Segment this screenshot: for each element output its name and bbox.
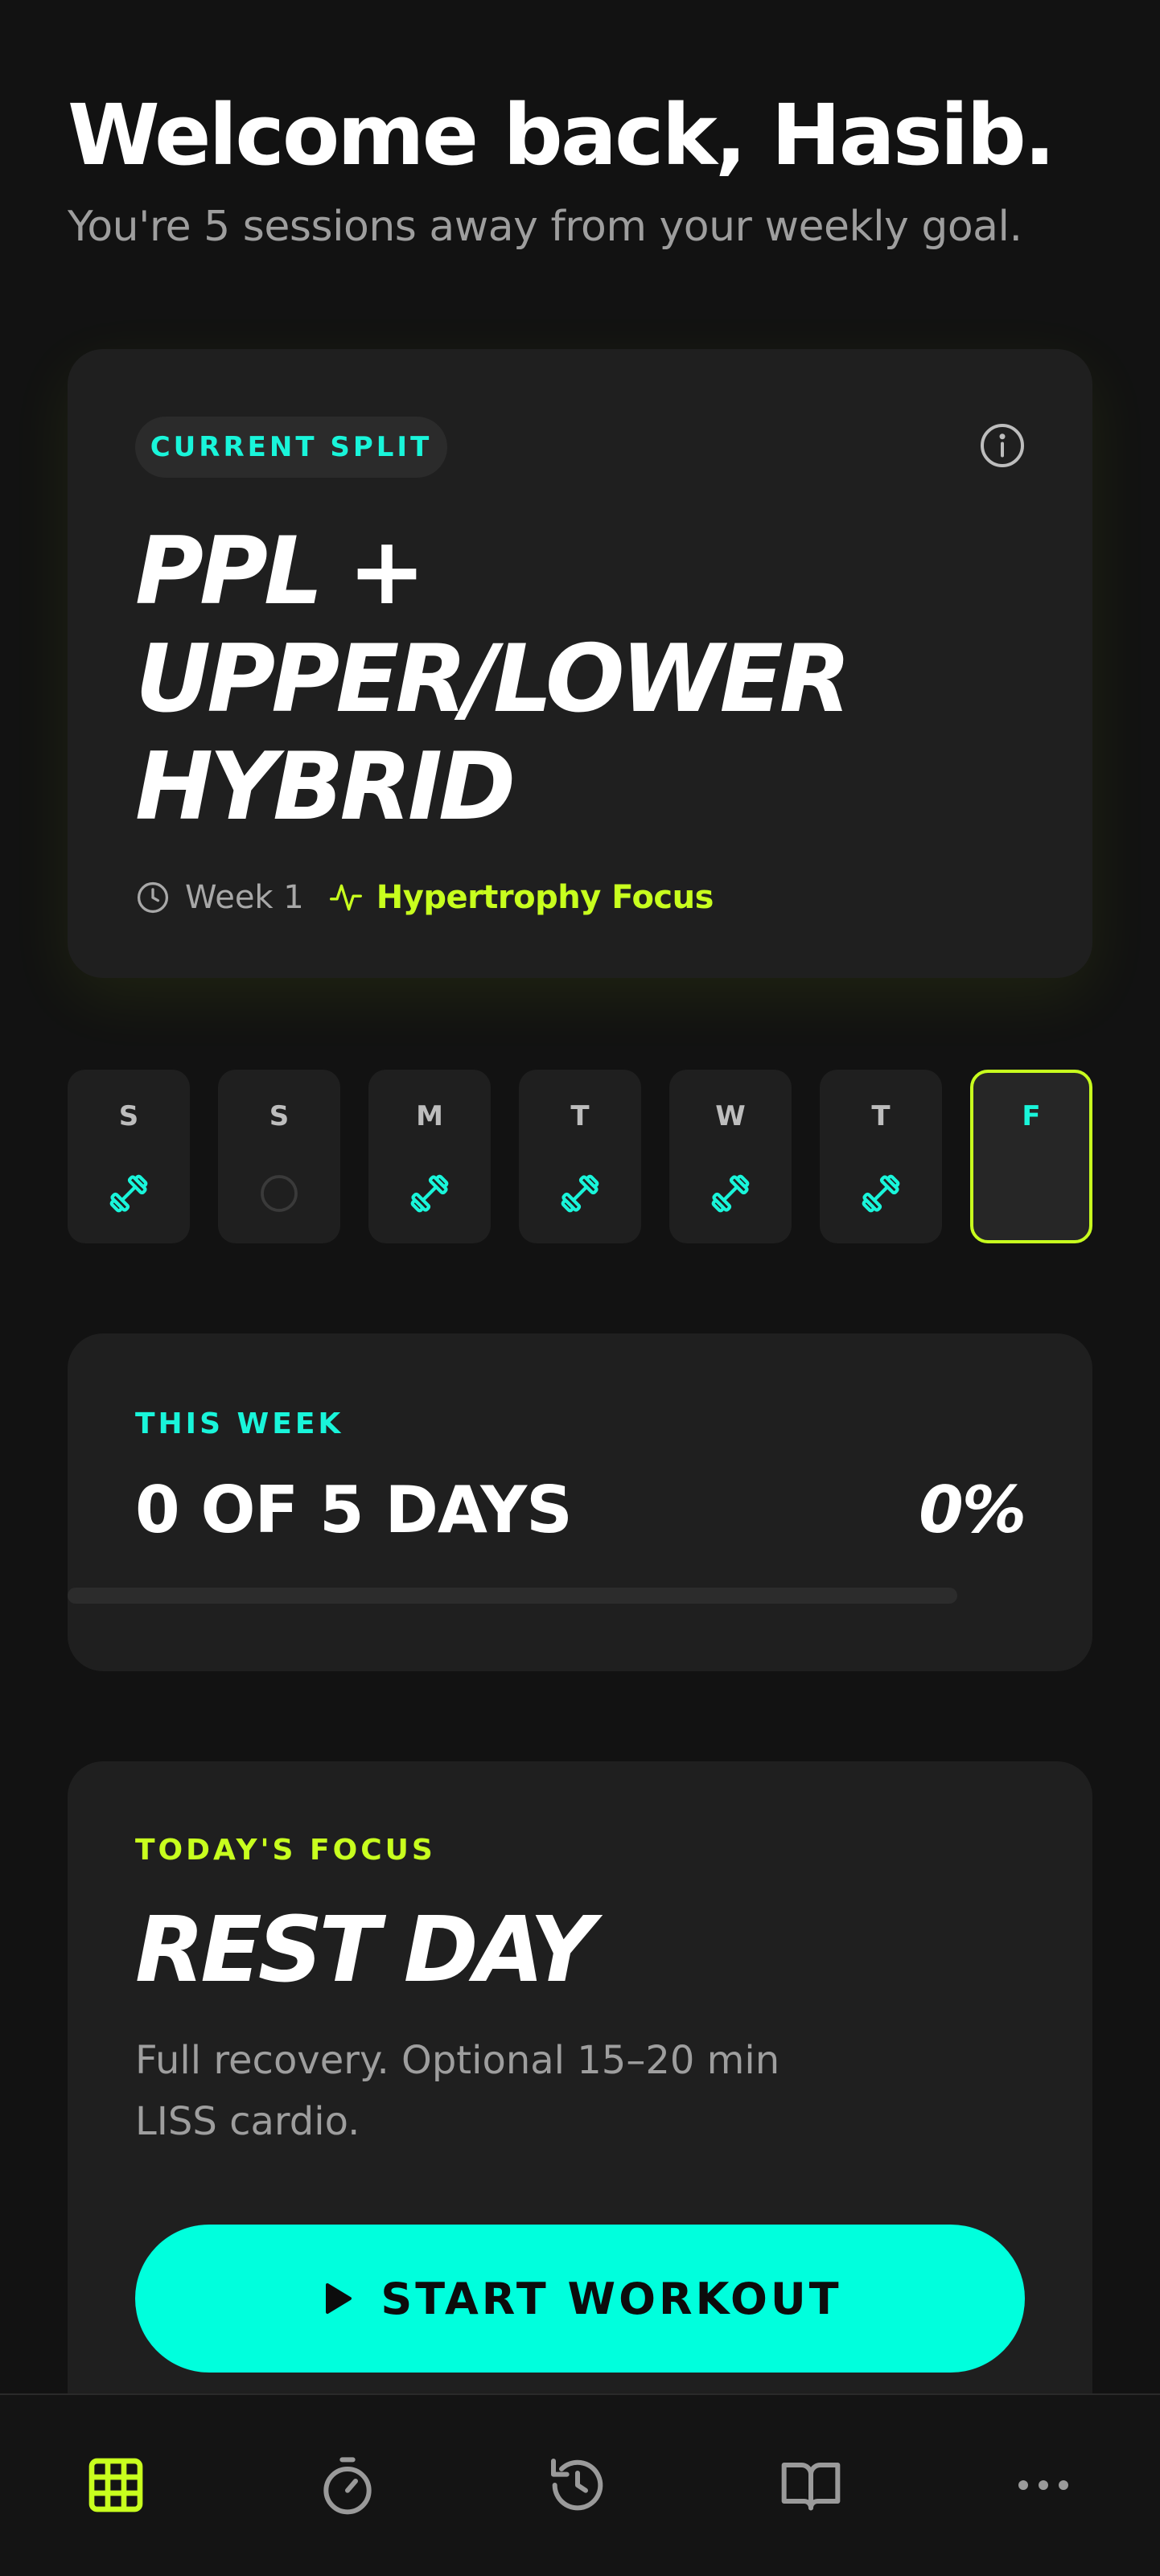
book-icon [781, 2463, 841, 2511]
hypertrophy-focus-label: Hypertrophy Focus [376, 879, 714, 916]
dashboard-screen: Welcome back, Hasib. You're 5 sessions a… [0, 0, 1160, 2576]
nav-library[interactable] [779, 2453, 843, 2517]
info-icon[interactable] [978, 421, 1026, 470]
day-cell-monday[interactable]: M [368, 1070, 491, 1243]
day-cell-saturday[interactable]: S [68, 1070, 190, 1243]
split-title-line: UPPER/LOWER [135, 625, 851, 733]
history-icon [551, 2459, 603, 2511]
welcome-heading: Welcome back, Hasib. [68, 86, 1055, 184]
weekly-goal-subtitle: You're 5 sessions away from your weekly … [68, 203, 1022, 251]
dumbbell-icon [109, 1174, 148, 1213]
clock-icon [137, 881, 169, 914]
grid-icon [88, 2458, 143, 2512]
day-letter: S [118, 1100, 139, 1132]
bottom-navigation [0, 2393, 1160, 2576]
nav-dashboard[interactable] [84, 2453, 148, 2517]
weekly-progress-percent: 0% [919, 1473, 1026, 1547]
day-cell-thursday[interactable]: T [820, 1070, 942, 1243]
day-cell-tuesday[interactable]: T [519, 1070, 641, 1243]
activity-icon [329, 884, 362, 911]
split-title-line: HYBRID [135, 733, 516, 841]
day-letter: T [570, 1100, 590, 1132]
split-meta: Week 1 Hypertrophy Focus [135, 873, 714, 922]
day-cell-wednesday[interactable]: W [669, 1070, 792, 1243]
days-completed-count: 0 OF 5 DAYS [135, 1473, 573, 1547]
rest-circle-icon [261, 1175, 298, 1212]
day-letter: F [1022, 1100, 1041, 1132]
todays-focus-label: TODAY'S FOCUS [135, 1834, 436, 1867]
current-split-card: CURRENT SPLIT PPL + UPPER/LOWER HYBRID W… [68, 349, 1092, 978]
more-icon [1018, 2480, 1068, 2490]
this-week-card: THIS WEEK 0 OF 5 DAYS 0% [68, 1333, 1092, 1671]
timer-icon [323, 2457, 372, 2515]
dumbbell-icon [410, 1174, 449, 1213]
day-letter: S [269, 1100, 290, 1132]
day-cell-friday-today[interactable]: F [970, 1070, 1092, 1243]
split-title: PPL + UPPER/LOWER HYBRID [135, 518, 1020, 841]
nav-history[interactable] [545, 2453, 610, 2517]
day-letter: W [715, 1100, 746, 1132]
current-split-pill: CURRENT SPLIT [135, 417, 447, 478]
weekly-progress-bar [68, 1588, 957, 1604]
play-icon [326, 2283, 352, 2314]
week-label: Week 1 [185, 879, 304, 916]
this-week-label: THIS WEEK [135, 1407, 344, 1440]
rest-day-description: Full recovery. Optional 15–20 min LISS c… [135, 2038, 780, 2144]
day-cell-sunday[interactable]: S [218, 1070, 340, 1243]
day-letter: M [416, 1100, 443, 1132]
dumbbell-icon [711, 1174, 750, 1213]
dumbbell-icon [561, 1174, 599, 1213]
nav-timer[interactable] [315, 2453, 380, 2517]
dumbbell-icon [862, 1174, 900, 1213]
nav-more[interactable] [1011, 2453, 1076, 2517]
split-title-line: PPL + [135, 517, 426, 626]
day-letter: T [871, 1100, 891, 1132]
rest-day-title: REST DAY [135, 1898, 595, 2003]
start-workout-label: START WORKOUT [380, 2273, 842, 2324]
start-workout-button[interactable]: START WORKOUT [135, 2225, 1025, 2373]
week-day-strip: S S M T W T F [68, 1070, 1092, 1243]
